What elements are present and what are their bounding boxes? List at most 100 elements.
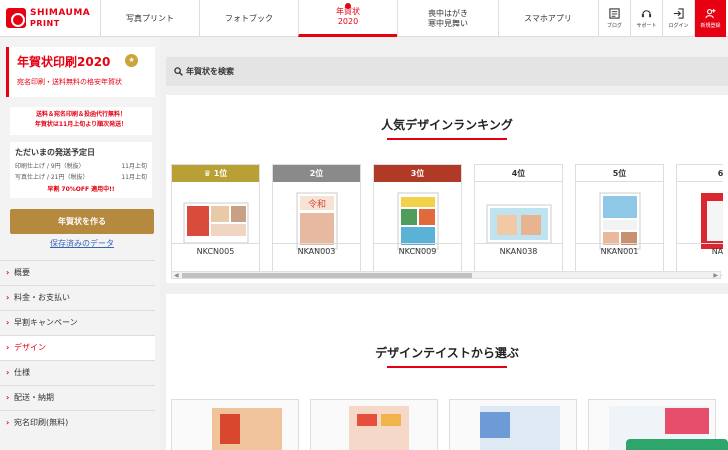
shipping-row: 印刷仕上げ / 9円（税抜） 11月上旬 <box>15 162 147 173</box>
taste-thumbnail <box>212 408 282 450</box>
support-icon <box>641 10 652 18</box>
design-thumbnail: 令和 <box>296 192 338 250</box>
rank-label: 5位 <box>576 165 663 182</box>
sidebar-subtitle: 宛名印刷・送料無料の格安年賀状 <box>17 78 122 86</box>
blog-label: ブログ <box>606 23 622 29</box>
shipping-row-date: 11月上旬 <box>121 163 147 170</box>
register-icon <box>705 8 716 19</box>
register-label: 新規登録 <box>700 23 721 29</box>
rank-label: 6 <box>677 165 723 182</box>
ranking-card[interactable]: 4位 NKAN038 <box>474 164 563 276</box>
ranking-card[interactable]: 2位 令和 NKAN003 <box>272 164 361 276</box>
sidebar-item-delivery[interactable]: 配送・納期 <box>0 385 155 410</box>
free-line2: 年賀状は11月上旬より順次発送！ <box>34 120 128 128</box>
sidebar-title-box: 年賀状印刷2020 ★ 宛名印刷・送料無料の格安年賀状 <box>6 47 155 97</box>
login-button[interactable]: ログイン <box>662 0 694 37</box>
blog-button[interactable]: ブログ <box>598 0 630 37</box>
shipping-row: 写真仕上げ / 21円（税抜） 11月上旬 <box>15 173 147 184</box>
free-service-box: 送料＆宛名印刷＆投函代行無料！ 年賀状は11月上旬より順次発送！ <box>10 107 152 135</box>
shipping-row-date: 11月上旬 <box>121 173 147 181</box>
taste-card[interactable] <box>449 399 577 450</box>
ranking-scrollbar[interactable]: ◀ ▶ <box>171 271 721 279</box>
register-button[interactable]: 新規登録 <box>694 0 726 37</box>
logo-mark-icon <box>6 8 26 28</box>
scroll-right-arrow-icon[interactable]: ▶ <box>713 272 718 279</box>
rank-label: ♛ 1位 <box>172 165 259 182</box>
taste-title: デザインテイストから選ぶ <box>375 346 519 360</box>
shimauma-logo[interactable]: SHIMAUMA PRINT <box>6 6 98 32</box>
saved-data-link[interactable]: 保存済みのデータ <box>10 238 154 249</box>
early-discount-note: 早割 70%OFF 適用中!! <box>47 185 115 193</box>
support-label: サポート <box>636 23 657 29</box>
shipping-title: ただいまの発送予定日 <box>15 148 95 157</box>
search-icon <box>174 67 183 76</box>
sidebar-item-early-campaign[interactable]: 早割キャンペーン <box>0 310 155 335</box>
logo-text-line1: SHIMAUMA <box>30 8 91 18</box>
ranking-card[interactable]: 5位 NKAN001 <box>575 164 664 276</box>
taste-title-underline <box>387 366 507 368</box>
ranking-title: 人気デザインランキング <box>381 118 513 132</box>
design-code: NKCN009 <box>374 243 461 259</box>
nav-mochu[interactable]: 喪中はがき 寒中見舞い <box>397 0 498 37</box>
scrollbar-thumb[interactable] <box>182 273 472 278</box>
search-label: 年賀状を検索 <box>186 67 234 76</box>
design-code: NKAN038 <box>475 243 562 259</box>
design-thumbnail <box>701 193 723 249</box>
sidebar-item-pricing[interactable]: 料金・お支払い <box>0 285 155 310</box>
ranking-card[interactable]: 3位 NKCN009 <box>373 164 462 276</box>
header-icons: ブログ サポート ログイン 新規登録 <box>598 0 726 37</box>
design-thumbnail <box>183 202 249 244</box>
ranking-card[interactable]: 6 NAO <box>676 164 723 276</box>
shipping-row-label: 印刷仕上げ / 9円（税抜） <box>15 163 85 170</box>
ranking-title-underline <box>387 138 507 140</box>
sidebar-item-overview[interactable]: 概要 <box>0 260 155 285</box>
nav-nengajo[interactable]: 年賀状 2020 <box>298 0 397 37</box>
rank-label: 4位 <box>475 165 562 182</box>
nav-photo-print[interactable]: 写真プリント <box>100 0 199 37</box>
main-content: 年賀状を検索 人気デザインランキング ♛ 1位 NKCN005 2位 令和 NK… <box>160 37 728 450</box>
rank-label: 2位 <box>273 165 360 182</box>
search-toggle[interactable]: 年賀状を検索 <box>166 57 728 86</box>
taste-card[interactable] <box>310 399 438 450</box>
design-taste-section: デザインテイストから選ぶ <box>166 294 728 450</box>
scroll-left-arrow-icon[interactable]: ◀ <box>174 272 179 279</box>
crown-icon: ♛ <box>203 169 214 178</box>
free-line1: 送料＆宛名印刷＆投函代行無料！ <box>35 111 126 118</box>
ranking-carousel: ♛ 1位 NKCN005 2位 令和 NKAN003 3位 NKCN009 4位… <box>171 164 723 276</box>
taste-thumbnail <box>349 406 409 450</box>
design-code: NAO <box>677 243 723 259</box>
sidebar-item-design[interactable]: デザイン <box>0 335 155 360</box>
shipping-row-label: 写真仕上げ / 21円（税抜） <box>15 173 89 181</box>
design-code: NKCN005 <box>172 243 259 259</box>
sidebar: 年賀状印刷2020 ★ 宛名印刷・送料無料の格安年賀状 送料＆宛名印刷＆投函代行… <box>0 37 160 450</box>
site-header: SHIMAUMA PRINT 写真プリント フォトブック 年賀状 2020 喪中… <box>0 0 728 37</box>
design-thumbnail <box>486 204 552 244</box>
nav-app[interactable]: スマホアプリ <box>498 0 597 37</box>
design-thumbnail <box>599 192 641 250</box>
rank-label: 3位 <box>374 165 461 182</box>
support-button[interactable]: サポート <box>630 0 662 37</box>
sidebar-menu: 概要 料金・お支払い 早割キャンペーン デザイン 仕様 配送・納期 宛名印刷(無… <box>0 260 155 435</box>
ranking-section: 人気デザインランキング ♛ 1位 NKCN005 2位 令和 NKAN003 3… <box>166 95 728 283</box>
sidebar-item-address-print[interactable]: 宛名印刷(無料) <box>0 410 155 435</box>
design-code: NKAN001 <box>576 243 663 259</box>
svg-text:令和: 令和 <box>308 198 326 210</box>
main-nav: 写真プリント フォトブック 年賀状 2020 喪中はがき 寒中見舞い スマホアプ… <box>100 0 597 37</box>
taste-card[interactable] <box>171 399 299 450</box>
sidebar-title: 年賀状印刷2020 <box>17 55 111 69</box>
chat-support-button[interactable] <box>626 439 728 450</box>
make-nengajo-button[interactable]: 年賀状を作る <box>10 209 154 234</box>
blog-icon <box>609 8 620 19</box>
taste-thumbnail <box>480 406 560 450</box>
login-label: ログイン <box>668 23 689 29</box>
login-icon <box>673 8 684 19</box>
rank-number: 1位 <box>213 169 228 178</box>
star-badge-icon: ★ <box>125 54 138 67</box>
sidebar-item-spec[interactable]: 仕様 <box>0 360 155 385</box>
design-code: NKAN003 <box>273 243 360 259</box>
ranking-card[interactable]: ♛ 1位 NKCN005 <box>171 164 260 276</box>
design-thumbnail <box>397 192 439 250</box>
logo-text-line2: PRINT <box>30 19 60 28</box>
shipping-schedule-box: ただいまの発送予定日 印刷仕上げ / 9円（税抜） 11月上旬 写真仕上げ / … <box>10 142 152 198</box>
nav-photobook[interactable]: フォトブック <box>199 0 298 37</box>
